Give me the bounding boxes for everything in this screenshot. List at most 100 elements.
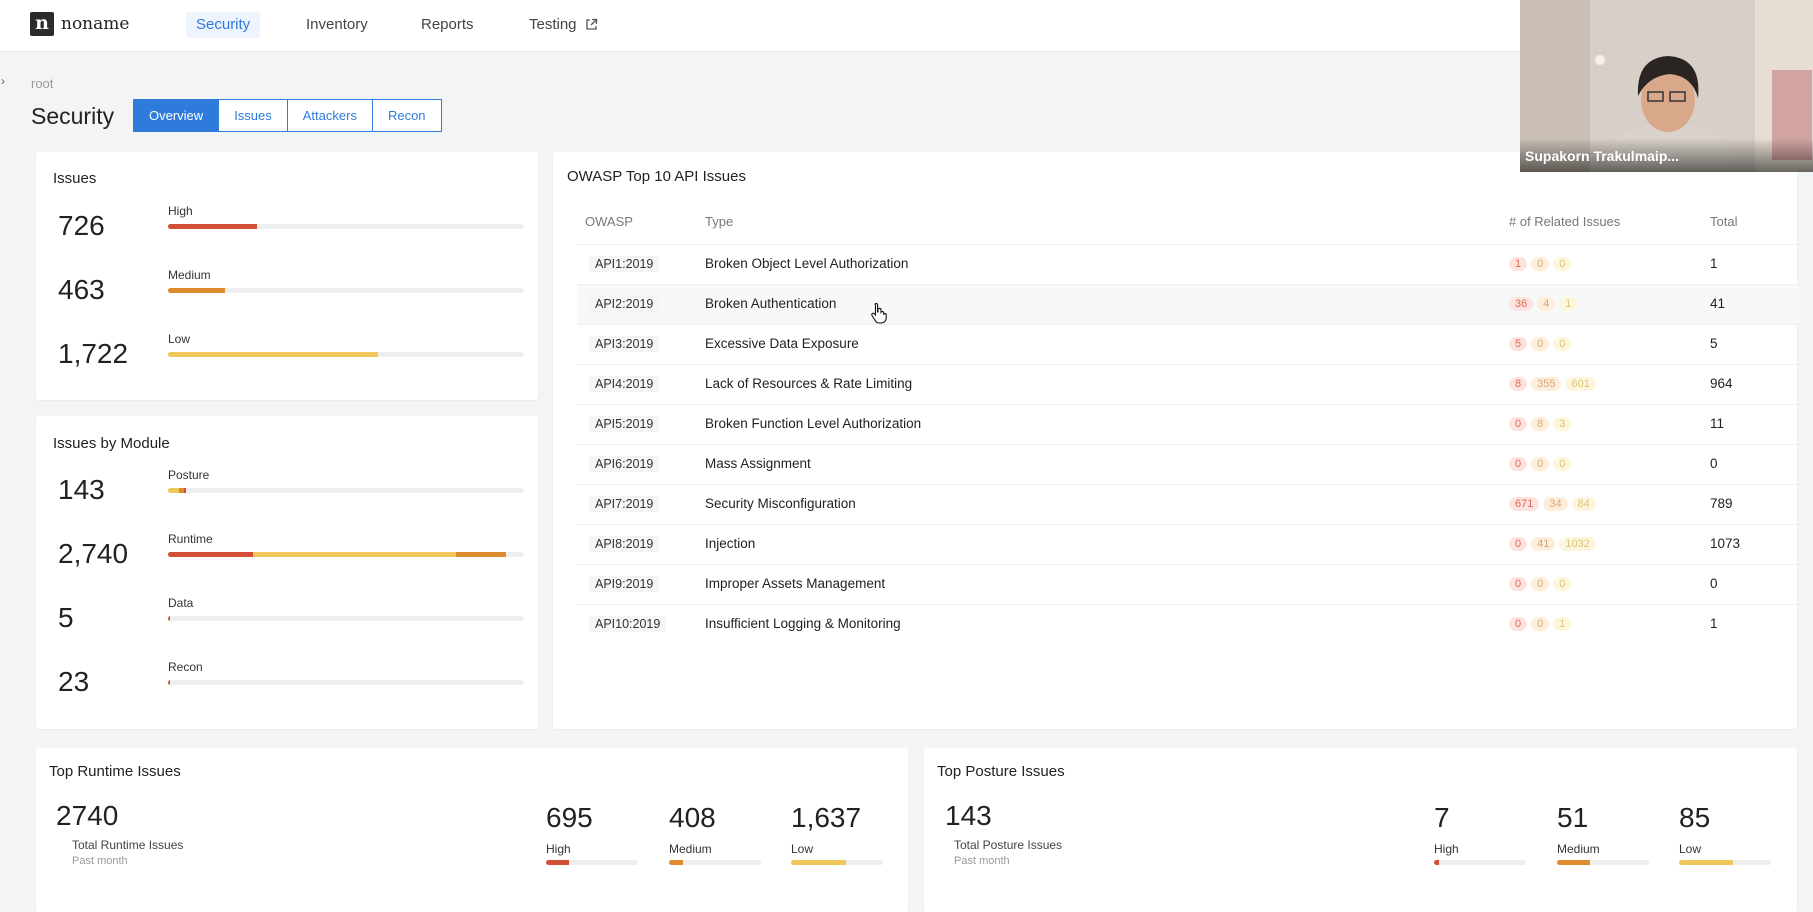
- nav-reports[interactable]: Reports: [421, 12, 474, 38]
- owasp-table: OWASP Type # of Related Issues Total API…: [577, 204, 1800, 644]
- runtime-medium-count: 408: [669, 802, 716, 833]
- mini-bar-fill: [1679, 860, 1734, 865]
- owasp-code: API2:2019: [589, 296, 660, 312]
- owasp-total: 0: [1710, 576, 1718, 591]
- logo-text: noname: [61, 14, 130, 34]
- tab-overview[interactable]: Overview: [133, 99, 220, 132]
- owasp-total: 964: [1710, 376, 1733, 391]
- posture-high-label: High: [1434, 842, 1459, 856]
- runtime-high-label: High: [546, 842, 571, 856]
- high-count-badge: 671: [1509, 497, 1540, 511]
- issues-count: 463: [58, 274, 105, 305]
- severity-bar: [168, 352, 524, 357]
- owasp-total: 1: [1710, 616, 1718, 631]
- owasp-table-row[interactable]: API1:2019 Broken Object Level Authorizati…: [577, 244, 1800, 284]
- issues-count: 726: [58, 210, 105, 241]
- owasp-table-row[interactable]: API8:2019 Injection 0 41 1032 1073: [577, 524, 1800, 564]
- mini-bar-fill: [546, 860, 569, 865]
- participant-name: Supakorn Trakulmaip...: [1525, 148, 1680, 164]
- breadcrumb[interactable]: root: [31, 76, 53, 91]
- issues-row-medium[interactable]: 463 Medium: [36, 268, 538, 338]
- module-bar-segment: [456, 552, 507, 557]
- owasp-card: OWASP Top 10 API Issues OWASP Type # of …: [553, 152, 1800, 729]
- issues-row-low[interactable]: 1,722 Low: [36, 332, 538, 402]
- module-count: 5: [58, 602, 74, 633]
- severity-label: Medium: [168, 268, 211, 282]
- owasp-type: Improper Assets Management: [705, 576, 886, 591]
- low-count-badge: 0: [1553, 257, 1572, 271]
- col-related-issues: # of Related Issues: [1509, 214, 1621, 229]
- low-count-badge: 0: [1553, 577, 1572, 591]
- owasp-table-row[interactable]: API2:2019 Broken Authentication 36 4 1 41: [577, 284, 1800, 324]
- owasp-table-row[interactable]: API10:2019 Insufficient Logging & Monitor…: [577, 604, 1800, 644]
- medium-count-badge: 0: [1531, 577, 1550, 591]
- owasp-code: API9:2019: [589, 576, 660, 592]
- owasp-type: Injection: [705, 536, 756, 551]
- related-issues-badges: 8 355 601: [1509, 375, 1600, 391]
- high-count-badge: 36: [1509, 297, 1534, 311]
- owasp-total: 41: [1710, 296, 1726, 311]
- related-issues-badges: 000: [1509, 575, 1575, 591]
- owasp-total: 11: [1710, 416, 1725, 431]
- high-count-badge: 8: [1509, 377, 1528, 391]
- owasp-type: Security Misconfiguration: [705, 496, 856, 511]
- mini-bar-fill: [1434, 860, 1439, 865]
- related-issues-badges: 001: [1509, 615, 1575, 631]
- col-type: Type: [705, 214, 734, 229]
- low-count-badge: 0: [1553, 337, 1572, 351]
- nav-testing[interactable]: Testing: [529, 12, 598, 38]
- issues-card-title: Issues: [53, 170, 97, 187]
- owasp-table-row[interactable]: API5:2019 Broken Function Level Authoriza…: [577, 404, 1800, 444]
- module-row-data[interactable]: 5 Data: [36, 596, 538, 666]
- logo[interactable]: n noname: [30, 12, 129, 36]
- owasp-table-row[interactable]: API9:2019 Improper Assets Management 0 0 0 0: [577, 564, 1800, 604]
- module-label: Recon: [168, 660, 203, 674]
- video-participant-tile[interactable]: Supakorn Trakulmaip...: [1520, 0, 1813, 172]
- issues-by-module-title: Issues by Module: [53, 435, 170, 452]
- module-row-runtime[interactable]: 2,740 Runtime: [36, 532, 538, 602]
- runtime-low-bar: [791, 860, 883, 865]
- owasp-table-row[interactable]: API7:2019 Security Misconfiguration 671 34 8…: [577, 484, 1800, 524]
- owasp-table-row[interactable]: API6:2019 Mass Assignment 0 0 0 0: [577, 444, 1800, 484]
- low-count-badge: 1: [1559, 297, 1578, 311]
- module-bar-segment: [253, 552, 457, 557]
- medium-count-badge: 34: [1543, 497, 1568, 511]
- owasp-type: Broken Object Level Authorization: [705, 256, 909, 271]
- owasp-table-row[interactable]: API4:2019 Lack of Resources & Rate Limiti…: [577, 364, 1800, 404]
- mini-bar-fill: [669, 860, 683, 865]
- nav-security[interactable]: Security: [186, 12, 261, 38]
- owasp-code: API5:2019: [589, 416, 660, 432]
- medium-count-badge: 8: [1531, 417, 1550, 431]
- medium-count-badge: 0: [1531, 257, 1550, 271]
- posture-medium-count: 51: [1557, 802, 1589, 833]
- module-count: 2,740: [58, 538, 129, 569]
- medium-count-badge: 0: [1531, 337, 1550, 351]
- medium-count-badge: 41: [1531, 537, 1556, 551]
- high-count-badge: 5: [1509, 337, 1528, 351]
- posture-low-count: 85: [1679, 802, 1711, 833]
- module-bar-segment: [184, 488, 186, 493]
- owasp-type: Excessive Data Exposure: [705, 336, 859, 351]
- module-row-posture[interactable]: 143 Posture: [36, 468, 538, 538]
- runtime-medium-bar: [669, 860, 761, 865]
- high-count-badge: 0: [1509, 617, 1528, 631]
- high-count-badge: 1: [1509, 257, 1528, 271]
- owasp-table-row[interactable]: API3:2019 Excessive Data Exposure 5 0 0 5: [577, 324, 1800, 364]
- related-issues-badges: 500: [1509, 335, 1575, 351]
- severity-bar: [168, 288, 524, 293]
- tab-issues[interactable]: Issues: [218, 99, 288, 132]
- tab-recon[interactable]: Recon: [371, 99, 442, 132]
- owasp-total: 1073: [1710, 536, 1741, 551]
- sidebar-expand-icon[interactable]: ›: [1, 74, 5, 88]
- tab-attackers[interactable]: Attackers: [286, 99, 373, 132]
- nav-testing-label: Testing: [529, 16, 577, 33]
- nav-inventory[interactable]: Inventory: [306, 12, 368, 38]
- related-issues-badges: 083: [1509, 415, 1575, 431]
- low-count-badge: 84: [1571, 497, 1596, 511]
- module-row-recon[interactable]: 23 Recon: [36, 660, 538, 730]
- owasp-type: Broken Function Level Authorization: [705, 416, 922, 431]
- module-bar-segment: [168, 488, 179, 493]
- module-count: 23: [58, 666, 90, 697]
- owasp-code: API7:2019: [589, 496, 660, 512]
- issues-row-high[interactable]: 726 High: [36, 204, 538, 274]
